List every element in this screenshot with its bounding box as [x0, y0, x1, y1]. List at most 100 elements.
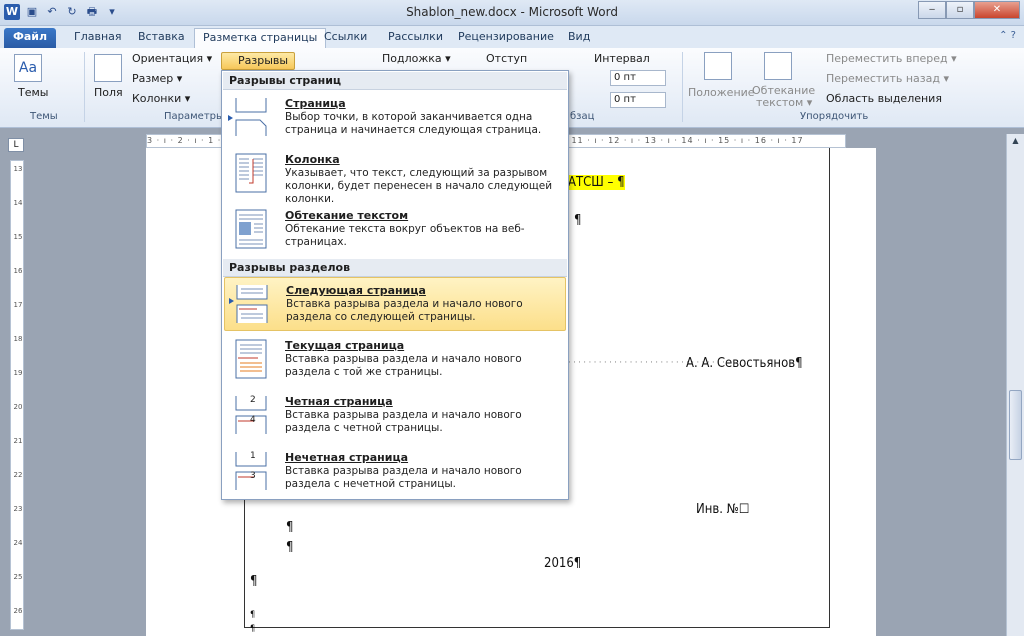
- vruler-tick: 16: [13, 267, 23, 275]
- vruler-tick: 17: [13, 301, 23, 309]
- menu-item-desc: Вставка разрыва раздела и начало нового …: [285, 465, 522, 490]
- menu-item-even-page[interactable]: 2 4 Четная страница Вставка разрыва разд…: [224, 389, 566, 443]
- menu-marker-icon: [228, 115, 233, 121]
- menu-item-title: Нечетная страница: [285, 451, 409, 464]
- menu-item-text-wrapping[interactable]: Обтекание текстом Обтекание текста вокру…: [224, 203, 566, 257]
- tab-mailings[interactable]: Рассылки: [380, 28, 451, 48]
- menu-item-desc: Обтекание текста вокруг объектов на веб-…: [285, 223, 525, 248]
- selection-pane-button[interactable]: Область выделения: [826, 92, 942, 105]
- vruler-tick: 14: [13, 199, 23, 207]
- window-title: Shablon_new.docx - Microsoft Word: [406, 5, 618, 19]
- position-button[interactable]: Положение: [688, 86, 755, 99]
- section-breaks-header: Разрывы разделов: [223, 259, 567, 277]
- vruler-tick: 24: [13, 539, 23, 547]
- spacing-before-input[interactable]: 0 пт: [610, 70, 666, 86]
- tab-home[interactable]: Главная: [66, 28, 130, 48]
- text-wrapping-icon: [235, 209, 267, 249]
- separator: [84, 52, 85, 122]
- menu-item-desc: Вставка разрыва раздела и начало нового …: [285, 409, 522, 434]
- scrollbar-thumb[interactable]: [1009, 390, 1022, 460]
- paragraph-mark[interactable]: ¶: [250, 624, 255, 634]
- spacing-label: Интервал: [594, 52, 650, 65]
- page-setup-group-label: Параметры: [164, 111, 224, 122]
- vertical-ruler[interactable]: 13 14 15 16 17 18 19 20 21 22 23 24 25 2…: [10, 160, 24, 630]
- wrap-text-icon[interactable]: [764, 52, 792, 80]
- wrap-text-button-2[interactable]: текстом ▾: [756, 96, 812, 109]
- themes-icon[interactable]: Aa: [14, 54, 42, 82]
- odd-page-number-1: 1: [250, 451, 256, 461]
- vruler-tick: 20: [13, 403, 23, 411]
- vruler-tick: 23: [13, 505, 23, 513]
- page-breaks-header: Разрывы страниц: [223, 72, 567, 90]
- send-backward-button[interactable]: Переместить назад ▾: [826, 72, 949, 85]
- year-text[interactable]: 2016¶: [544, 556, 581, 571]
- watermark-button[interactable]: Подложка ▾: [382, 52, 451, 65]
- vruler-tick: 25: [13, 573, 23, 581]
- margins-button[interactable]: Поля: [94, 86, 123, 99]
- minimize-button[interactable]: ‒: [918, 1, 946, 19]
- vruler-tick: 26: [13, 607, 23, 615]
- even-page-number-2: 2: [250, 395, 256, 405]
- margins-icon[interactable]: [94, 54, 122, 82]
- position-icon[interactable]: [704, 52, 732, 80]
- menu-item-desc: Вставка разрыва раздела и начало нового …: [285, 353, 522, 378]
- close-button[interactable]: ✕: [974, 1, 1020, 19]
- highlighted-text[interactable]: АТСШ – ¶: [568, 175, 625, 190]
- tab-references[interactable]: Ссылки: [316, 28, 375, 48]
- title-bar: W ▣ ↶ ↻ 🖶 ▾ Shablon_new.docx - Microsoft…: [0, 0, 1024, 26]
- breaks-button[interactable]: Разрывы ▾: [221, 52, 295, 83]
- size-button[interactable]: Размер ▾: [132, 72, 182, 85]
- menu-item-title: Текущая страница: [285, 339, 405, 352]
- paragraph-mark[interactable]: ¶: [286, 540, 293, 555]
- menu-item-title: Четная страница: [285, 395, 393, 408]
- paragraph-mark[interactable]: ¶: [574, 213, 581, 228]
- menu-item-title: Колонка: [285, 153, 340, 166]
- maximize-button[interactable]: ▫: [946, 1, 974, 19]
- menu-item-desc: Указывает, что текст, следующий за разры…: [285, 167, 553, 205]
- tab-selector[interactable]: L: [8, 138, 24, 152]
- ribbon-tabs: Файл Главная Вставка Разметка страницы С…: [0, 26, 1024, 48]
- odd-page-number-3: 3: [250, 471, 256, 481]
- menu-item-title: Следующая страница: [286, 284, 426, 297]
- scroll-up-icon[interactable]: ▲: [1009, 136, 1022, 150]
- menu-item-desc: Вставка разрыва раздела и начало нового …: [286, 298, 523, 323]
- breaks-dropdown-menu: Разрывы страниц Страница Выбор точки, в …: [221, 70, 569, 500]
- spacing-after-input[interactable]: 0 пт: [610, 92, 666, 108]
- continuous-icon: [235, 339, 267, 379]
- vertical-scrollbar[interactable]: ▲: [1006, 134, 1024, 636]
- tab-insert[interactable]: Вставка: [130, 28, 193, 48]
- vruler-tick: 18: [13, 335, 23, 343]
- author-name[interactable]: А. А. Севостьянов¶: [686, 356, 803, 371]
- inventory-number[interactable]: Инв. №☐: [696, 502, 749, 517]
- vruler-tick: 15: [13, 233, 23, 241]
- tab-file[interactable]: Файл: [4, 28, 56, 48]
- page-break-icon: [235, 98, 267, 136]
- themes-group-label: Темы: [30, 111, 58, 122]
- paragraph-mark[interactable]: ¶: [286, 520, 293, 535]
- tab-page-layout[interactable]: Разметка страницы: [194, 28, 327, 48]
- menu-item-title: Обтекание текстом: [285, 209, 409, 222]
- column-break-icon: [235, 153, 267, 193]
- menu-item-odd-page[interactable]: 1 3 Нечетная страница Вставка разрыва ра…: [224, 445, 566, 499]
- arrange-group-label: Упорядочить: [800, 111, 869, 122]
- menu-item-desc: Выбор точки, в которой заканчивается одн…: [285, 111, 542, 136]
- help-icon[interactable]: ⌃ ?: [999, 30, 1016, 41]
- menu-item-next-page[interactable]: Следующая страница Вставка разрыва разде…: [224, 277, 566, 331]
- vruler-tick: 19: [13, 369, 23, 377]
- menu-item-continuous[interactable]: Текущая страница Вставка разрыва раздела…: [224, 333, 566, 387]
- orientation-button[interactable]: Ориентация ▾: [132, 52, 212, 65]
- menu-item-title: Страница: [285, 97, 346, 110]
- menu-item-column-break[interactable]: Колонка Указывает, что текст, следующий …: [224, 147, 566, 205]
- columns-button[interactable]: Колонки ▾: [132, 92, 190, 105]
- paragraph-mark[interactable]: ¶: [250, 610, 255, 620]
- even-page-number-4: 4: [250, 415, 256, 425]
- tab-review[interactable]: Рецензирование: [450, 28, 562, 48]
- themes-button[interactable]: Темы: [18, 86, 48, 99]
- next-page-icon: [236, 285, 268, 323]
- menu-marker-icon: [229, 298, 234, 304]
- menu-item-page-break[interactable]: Страница Выбор точки, в которой заканчив…: [224, 91, 566, 145]
- bring-forward-button[interactable]: Переместить вперед ▾: [826, 52, 957, 65]
- separator: [682, 52, 683, 122]
- paragraph-mark[interactable]: ¶: [250, 574, 257, 589]
- tab-view[interactable]: Вид: [560, 28, 598, 48]
